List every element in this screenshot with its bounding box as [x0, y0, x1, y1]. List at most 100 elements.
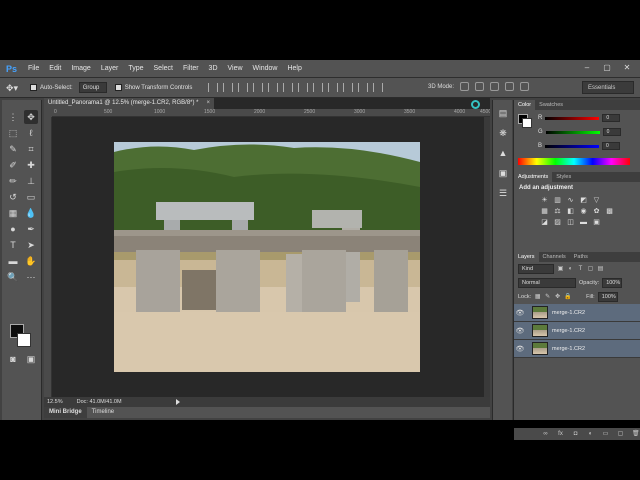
vibrance-icon[interactable]: ▽ — [592, 196, 601, 205]
transform-controls-checkbox[interactable]: Show Transform Controls — [114, 84, 192, 91]
layer-row[interactable]: 👁 merge-1.CR2 — [514, 340, 640, 358]
horizontal-ruler[interactable]: 0 500 1000 1500 2000 2500 3000 3500 4000… — [52, 109, 490, 117]
move-tool-icon[interactable]: ✥ — [24, 110, 38, 124]
new-group-icon[interactable]: ▭ — [602, 431, 609, 438]
distribute-center-icon[interactable] — [358, 83, 369, 92]
menu-file[interactable]: File — [23, 60, 44, 78]
3d-roll-icon[interactable] — [475, 82, 485, 91]
menu-select[interactable]: Select — [149, 60, 178, 78]
tab-swatches[interactable]: Swatches — [535, 100, 567, 110]
levels-icon[interactable]: ▥ — [553, 196, 562, 205]
selective-color-icon[interactable]: ▣ — [592, 218, 601, 227]
lock-pixels-icon[interactable]: ✎ — [544, 294, 551, 301]
menu-type[interactable]: Type — [123, 60, 148, 78]
lasso-tool-icon[interactable]: ℓ — [24, 126, 38, 140]
auto-select-checkbox[interactable]: Auto-Select: — [30, 84, 73, 91]
stonehenge-photo[interactable] — [114, 142, 420, 372]
invert-icon[interactable]: ◪ — [540, 218, 549, 227]
distribute-middle-icon[interactable] — [313, 83, 324, 92]
status-menu-arrow-icon[interactable] — [175, 399, 180, 405]
move-tool-icon[interactable]: ✥▾ — [6, 80, 30, 96]
eyedropper-tool-icon[interactable]: ✐ — [6, 158, 20, 172]
tab-mini-bridge[interactable]: Mini Bridge — [44, 407, 87, 418]
red-value-input[interactable]: 0 — [602, 114, 621, 122]
threshold-icon[interactable]: ◫ — [566, 218, 575, 227]
vertical-ruler[interactable] — [44, 117, 52, 407]
properties-panel-icon[interactable]: ❋ — [498, 128, 508, 138]
menu-edit[interactable]: Edit — [44, 60, 66, 78]
visibility-eye-icon[interactable]: 👁 — [514, 327, 526, 335]
filter-adjustment-icon[interactable]: ◐ — [567, 266, 574, 273]
layer-filter-kind-select[interactable]: Kind — [518, 264, 554, 274]
pen-tool-icon[interactable]: ✒ — [24, 222, 38, 236]
menu-help[interactable]: Help — [282, 60, 306, 78]
add-mask-icon[interactable]: ◘ — [572, 431, 579, 438]
workspace-switcher[interactable]: Essentials — [582, 81, 634, 94]
visibility-eye-icon[interactable]: 👁 — [514, 345, 526, 353]
clone-stamp-tool-icon[interactable]: ⊥ — [24, 174, 38, 188]
healing-tool-icon[interactable]: ✚ — [24, 158, 38, 172]
quick-select-tool-icon[interactable]: ✎ — [6, 142, 20, 156]
layer-row[interactable]: 👁 merge-1.CR2 — [514, 322, 640, 340]
align-left-icon[interactable] — [253, 83, 264, 92]
lock-position-icon[interactable]: ✥ — [554, 294, 561, 301]
paragraph-panel-icon[interactable]: ▣ — [498, 168, 508, 178]
tab-channels[interactable]: Channels — [539, 252, 570, 262]
vertical-scrollbar[interactable] — [484, 117, 490, 407]
3d-drag-icon[interactable] — [490, 82, 500, 91]
distribute-top-icon[interactable] — [298, 83, 309, 92]
layer-row[interactable]: 👁 merge-1.CR2 — [514, 304, 640, 322]
filter-shape-icon[interactable]: ▢ — [587, 266, 594, 273]
distribute-right-icon[interactable] — [373, 83, 384, 92]
menu-3d[interactable]: 3D — [204, 60, 223, 78]
link-layers-icon[interactable]: ∞ — [542, 431, 549, 438]
layer-style-icon[interactable]: fx — [557, 431, 564, 438]
gradient-map-icon[interactable]: ▬ — [579, 218, 588, 227]
zoom-level[interactable]: 12.5% — [47, 397, 63, 407]
minimize-button[interactable]: – — [578, 62, 596, 74]
color-panel-background-swatch[interactable] — [522, 118, 532, 128]
gradient-tool-icon[interactable]: ▦ — [6, 206, 20, 220]
blue-slider[interactable] — [545, 144, 600, 148]
align-right-icon[interactable] — [283, 83, 294, 92]
3d-slide-icon[interactable] — [505, 82, 515, 91]
blue-value-input[interactable]: 0 — [602, 142, 621, 150]
restore-button[interactable]: ▢ — [598, 62, 616, 74]
new-adjustment-layer-icon[interactable]: ◐ — [587, 431, 594, 438]
distribute-left-icon[interactable] — [343, 83, 354, 92]
crop-tool-icon[interactable]: ⌗ — [24, 142, 38, 156]
close-button[interactable]: ✕ — [618, 62, 636, 74]
menu-view[interactable]: View — [223, 60, 248, 78]
menu-filter[interactable]: Filter — [178, 60, 204, 78]
close-document-icon[interactable]: × — [206, 98, 210, 109]
brush-panel-icon[interactable]: ☰ — [498, 188, 508, 198]
color-balance-icon[interactable]: ⚖ — [553, 207, 562, 216]
opacity-input[interactable]: 100% — [602, 278, 623, 288]
tab-timeline[interactable]: Timeline — [87, 407, 119, 418]
tab-color[interactable]: Color — [514, 100, 536, 110]
menu-window[interactable]: Window — [248, 60, 283, 78]
canvas-area[interactable] — [52, 117, 484, 402]
visibility-eye-icon[interactable]: 👁 — [514, 309, 526, 317]
curves-icon[interactable]: ∿ — [566, 196, 575, 205]
delete-layer-icon[interactable]: 🗑 — [632, 431, 640, 438]
marquee-tool-icon[interactable]: ⬚ — [6, 126, 20, 140]
align-middle-icon[interactable] — [223, 83, 234, 92]
filter-smart-object-icon[interactable]: ▤ — [597, 266, 604, 273]
tab-adjustments[interactable]: Adjustments — [514, 172, 553, 182]
auto-select-dropdown[interactable]: Group — [78, 82, 107, 93]
align-bottom-icon[interactable] — [238, 83, 249, 92]
color-spectrum-bar[interactable] — [518, 158, 630, 165]
menu-image[interactable]: Image — [66, 60, 95, 78]
zoom-tool-icon[interactable]: 🔍 — [6, 270, 20, 284]
channel-mixer-icon[interactable]: ✿ — [592, 207, 601, 216]
ruler-origin[interactable] — [44, 109, 52, 117]
tab-layers[interactable]: Layers — [514, 252, 539, 262]
tab-styles[interactable]: Styles — [552, 172, 575, 182]
posterize-icon[interactable]: ▨ — [553, 218, 562, 227]
align-top-icon[interactable] — [208, 83, 219, 92]
tab-paths[interactable]: Paths — [570, 252, 592, 262]
document-tab[interactable]: Untitled_Panorama1 @ 12.5% (merge-1.CR2,… — [44, 98, 214, 109]
lock-all-icon[interactable]: 🔒 — [564, 294, 571, 301]
align-center-icon[interactable] — [268, 83, 279, 92]
